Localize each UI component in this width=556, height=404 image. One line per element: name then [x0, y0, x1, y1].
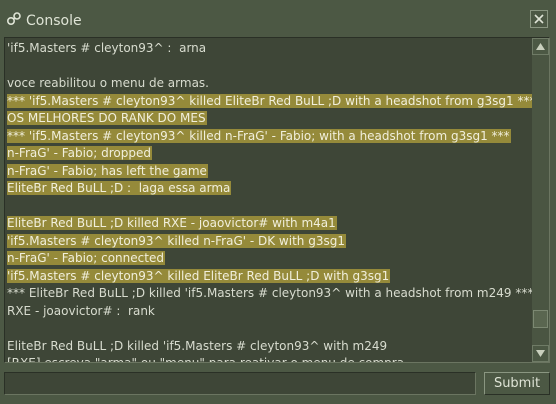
console-line: RXE - joaovictor# : rank: [7, 303, 531, 321]
console-line-text: OS MELHORES DO RANK DO MES: [7, 111, 207, 125]
console-line-text: n-FraG' - Fabio; connected: [7, 251, 165, 265]
console-line: [7, 198, 531, 216]
console-line: voce reabilitou o menu de armas.: [7, 75, 531, 93]
console-line-text: [7, 199, 8, 213]
console-line: EliteBr Red BuLL ;D : laga essa arma: [7, 180, 531, 198]
triangle-down-icon: [536, 350, 545, 357]
console-line: n-FraG' - Fabio; connected: [7, 250, 531, 268]
console-line: 'if5.Masters # cleyton93^ killed EliteBr…: [7, 268, 531, 286]
console-log: 'if5.Masters # cleyton93^ : arna voce rea…: [7, 40, 537, 363]
console-line-text: 'if5.Masters # cleyton93^ killed n-FraG'…: [7, 233, 346, 248]
scrollbar-thumb[interactable]: [533, 310, 548, 328]
title-bar[interactable]: Console: [0, 0, 556, 36]
console-line-text: [7, 59, 8, 73]
console-line-text: EliteBr Red BuLL ;D : laga essa arma: [7, 181, 232, 195]
console-line: *** 'if5.Masters # cleyton93^ killed n-F…: [7, 128, 531, 146]
submit-button[interactable]: Submit: [484, 372, 550, 395]
console-line-text: 'if5.Masters # cleyton93^ : arna: [7, 41, 207, 55]
console-line: 'if5.Masters # cleyton93^ killed n-FraG'…: [7, 233, 531, 251]
console-line-text: [7, 321, 8, 335]
scroll-down-button[interactable]: [532, 345, 549, 362]
console-line: *** EliteBr Red BuLL ;D killed 'if5.Mast…: [7, 285, 534, 303]
console-line: 'if5.Masters # cleyton93^ : arna: [7, 40, 531, 58]
scroll-up-button[interactable]: [532, 38, 549, 55]
console-line-text: 'if5.Masters # cleyton93^ killed EliteBr…: [7, 268, 391, 283]
console-line-text: *** EliteBr Red BuLL ;D killed 'if5.Mast…: [7, 286, 534, 300]
steam-icon: [6, 11, 22, 27]
vertical-scrollbar[interactable]: [532, 38, 549, 362]
close-button[interactable]: [530, 10, 548, 28]
console-output[interactable]: 'if5.Masters # cleyton93^ : arna voce rea…: [4, 37, 550, 363]
console-line-text: voce reabilitou o menu de armas.: [7, 76, 209, 90]
console-line-text: *** 'if5.Masters # cleyton93^ killed Eli…: [7, 93, 537, 108]
command-input[interactable]: [4, 372, 476, 395]
console-line-text: [RXE] escreva "arma" ou "menu" para reat…: [7, 356, 408, 363]
console-line: *** 'if5.Masters # cleyton93^ killed Eli…: [7, 93, 537, 111]
console-line: n-FraG' - Fabio; has left the game: [7, 163, 531, 181]
console-line-text: RXE - joaovictor# : rank: [7, 303, 155, 318]
console-line: n-FraG' - Fabio; dropped: [7, 145, 531, 163]
console-line-text: n-FraG' - Fabio; has left the game: [7, 163, 208, 178]
console-line: [RXE] escreva "arma" ou "menu" para reat…: [7, 355, 531, 363]
triangle-up-icon: [536, 43, 545, 50]
console-line: EliteBr Red BuLL ;D killed RXE - joaovic…: [7, 215, 531, 233]
console-line-text: *** 'if5.Masters # cleyton93^ killed n-F…: [7, 128, 511, 143]
window-title: Console: [26, 13, 82, 29]
console-line: OS MELHORES DO RANK DO MES: [7, 110, 531, 128]
console-line: [7, 58, 531, 76]
console-line-text: n-FraG' - Fabio; dropped: [7, 146, 152, 160]
close-icon: [534, 14, 544, 24]
console-line: EliteBr Red BuLL ;D killed 'if5.Masters …: [7, 338, 531, 356]
console-line-text: EliteBr Red BuLL ;D killed 'if5.Masters …: [7, 338, 388, 353]
console-line: [7, 320, 531, 338]
console-line-text: EliteBr Red BuLL ;D killed RXE - joaovic…: [7, 216, 337, 230]
